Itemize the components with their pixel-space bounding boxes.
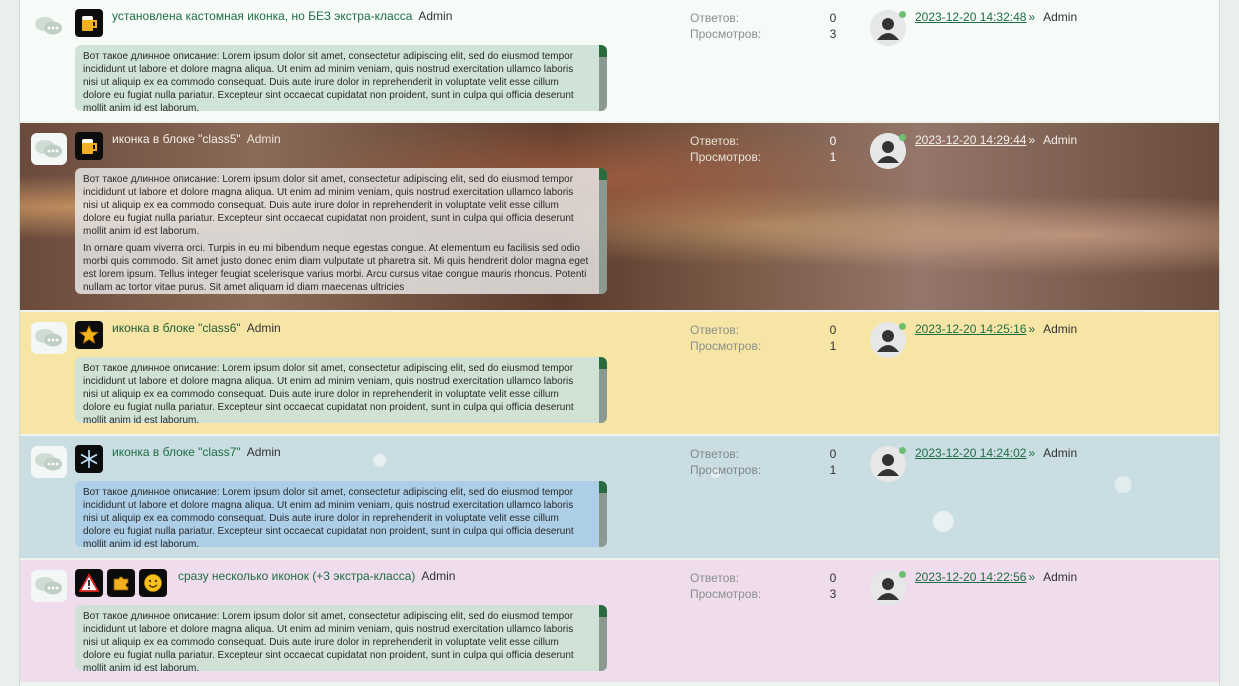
page-frame-right bbox=[1219, 0, 1239, 686]
beer-icon bbox=[75, 9, 103, 37]
replies-count: 0 bbox=[829, 571, 837, 585]
topic-stats: Ответов: 0 Просмотров: 1 bbox=[690, 446, 840, 478]
last-post-user[interactable]: Admin bbox=[1043, 322, 1077, 336]
views-count: 1 bbox=[829, 150, 837, 164]
topic-status-icon bbox=[31, 133, 67, 165]
topic-description: Вот такое длинное описание: Lorem ipsum … bbox=[75, 605, 607, 671]
last-post-date-link[interactable]: 2023-12-20 14:22:56 bbox=[915, 570, 1026, 584]
last-post-date-link[interactable]: 2023-12-20 14:24:02 bbox=[915, 446, 1026, 460]
last-post-date-link[interactable]: 2023-12-20 14:29:44 bbox=[915, 133, 1026, 147]
last-post: 2023-12-20 14:29:44» Admin bbox=[915, 133, 1077, 147]
topic-author[interactable]: Admin bbox=[421, 569, 455, 583]
topic-stats: Ответов: 0 Просмотров: 3 bbox=[690, 570, 840, 602]
last-post: 2023-12-20 14:22:56» Admin bbox=[915, 570, 1077, 584]
topic-stats: Ответов: 0 Просмотров: 3 bbox=[690, 10, 840, 42]
replies-label: Ответов: bbox=[690, 447, 740, 461]
warning-icon bbox=[75, 569, 103, 597]
last-post: 2023-12-20 14:32:48» Admin bbox=[915, 10, 1077, 24]
replies-label: Ответов: bbox=[690, 323, 740, 337]
replies-label: Ответов: bbox=[690, 571, 740, 585]
go-to-last-post-icon[interactable]: » bbox=[1028, 570, 1035, 584]
views-count: 3 bbox=[829, 587, 837, 601]
replies-count: 0 bbox=[829, 447, 837, 461]
topic-status-icon bbox=[31, 10, 67, 42]
online-indicator bbox=[899, 134, 906, 141]
topic-status-icon bbox=[31, 446, 67, 478]
go-to-last-post-icon[interactable]: » bbox=[1028, 446, 1035, 460]
description-scrollbar[interactable] bbox=[599, 617, 607, 671]
topic-author[interactable]: Admin bbox=[247, 321, 281, 335]
online-indicator bbox=[899, 323, 906, 330]
last-post: 2023-12-20 14:25:16» Admin bbox=[915, 322, 1077, 336]
topic-icons bbox=[75, 132, 103, 160]
online-indicator bbox=[899, 11, 906, 18]
beer-icon bbox=[75, 132, 103, 160]
topic-author[interactable]: Admin bbox=[418, 9, 452, 23]
topic-row: установлена кастомная иконка, но БЕЗ экс… bbox=[20, 0, 1219, 121]
topic-title-link[interactable]: установлена кастомная иконка, но БЕЗ экс… bbox=[112, 9, 412, 23]
go-to-last-post-icon[interactable]: » bbox=[1028, 133, 1035, 147]
replies-count: 0 bbox=[829, 11, 837, 25]
online-indicator bbox=[899, 571, 906, 578]
smiley-icon bbox=[139, 569, 167, 597]
snowflake-icon bbox=[75, 445, 103, 473]
puzzle-icon bbox=[107, 569, 135, 597]
topic-row: иконка в блоке "class7" Admin Вот такое д… bbox=[20, 436, 1219, 558]
topic-title-link[interactable]: иконка в блоке "class6" bbox=[112, 321, 241, 335]
topic-author[interactable]: Admin bbox=[247, 132, 281, 146]
topic-author[interactable]: Admin bbox=[247, 445, 281, 459]
topic-row: сразу несколько иконок (+3 экстра-класса… bbox=[20, 560, 1219, 682]
go-to-last-post-icon[interactable]: » bbox=[1028, 10, 1035, 24]
last-post-user[interactable]: Admin bbox=[1043, 446, 1077, 460]
replies-label: Ответов: bbox=[690, 134, 740, 148]
topic-row: иконка в блоке "class5" Admin Вот такое д… bbox=[20, 123, 1219, 310]
views-count: 1 bbox=[829, 339, 837, 353]
views-label: Просмотров: bbox=[690, 339, 762, 353]
go-to-last-post-icon[interactable]: » bbox=[1028, 322, 1035, 336]
views-count: 3 bbox=[829, 27, 837, 41]
topic-icons bbox=[75, 321, 103, 349]
topic-status-icon bbox=[31, 570, 67, 602]
topic-title-link[interactable]: иконка в блоке "class7" bbox=[112, 445, 241, 459]
replies-count: 0 bbox=[829, 134, 837, 148]
topic-description: Вот такое длинное описание: Lorem ipsum … bbox=[75, 357, 607, 423]
last-post-date-link[interactable]: 2023-12-20 14:25:16 bbox=[915, 322, 1026, 336]
last-post: 2023-12-20 14:24:02» Admin bbox=[915, 446, 1077, 460]
last-post-user[interactable]: Admin bbox=[1043, 570, 1077, 584]
views-label: Просмотров: bbox=[690, 587, 762, 601]
topic-description: Вот такое длинное описание: Lorem ipsum … bbox=[75, 481, 607, 547]
topic-icons bbox=[75, 9, 103, 37]
last-post-user[interactable]: Admin bbox=[1043, 10, 1077, 24]
topic-status-icon bbox=[31, 322, 67, 354]
topic-title-link[interactable]: сразу несколько иконок (+3 экстра-класса… bbox=[178, 569, 415, 583]
description-scrollbar[interactable] bbox=[599, 493, 607, 547]
page-frame-left bbox=[0, 0, 20, 686]
star-icon bbox=[75, 321, 103, 349]
topic-description: Вот такое длинное описание: Lorem ipsum … bbox=[75, 168, 607, 294]
description-scrollbar[interactable] bbox=[599, 369, 607, 423]
topic-description: Вот такое длинное описание: Lorem ipsum … bbox=[75, 45, 607, 111]
topic-icons bbox=[75, 569, 167, 597]
online-indicator bbox=[899, 447, 906, 454]
topic-stats: Ответов: 0 Просмотров: 1 bbox=[690, 322, 840, 354]
replies-count: 0 bbox=[829, 323, 837, 337]
views-label: Просмотров: bbox=[690, 150, 762, 164]
last-post-date-link[interactable]: 2023-12-20 14:32:48 bbox=[915, 10, 1026, 24]
topic-row: иконка в блоке "class6" Admin Вот такое д… bbox=[20, 312, 1219, 434]
topic-title-link[interactable]: иконка в блоке "class5" bbox=[112, 132, 241, 146]
topic-stats: Ответов: 0 Просмотров: 1 bbox=[690, 133, 840, 165]
topic-icons bbox=[75, 445, 103, 473]
description-scrollbar[interactable] bbox=[599, 180, 607, 294]
views-label: Просмотров: bbox=[690, 27, 762, 41]
views-label: Просмотров: bbox=[690, 463, 762, 477]
last-post-user[interactable]: Admin bbox=[1043, 133, 1077, 147]
views-count: 1 bbox=[829, 463, 837, 477]
description-scrollbar[interactable] bbox=[599, 57, 607, 111]
replies-label: Ответов: bbox=[690, 11, 740, 25]
